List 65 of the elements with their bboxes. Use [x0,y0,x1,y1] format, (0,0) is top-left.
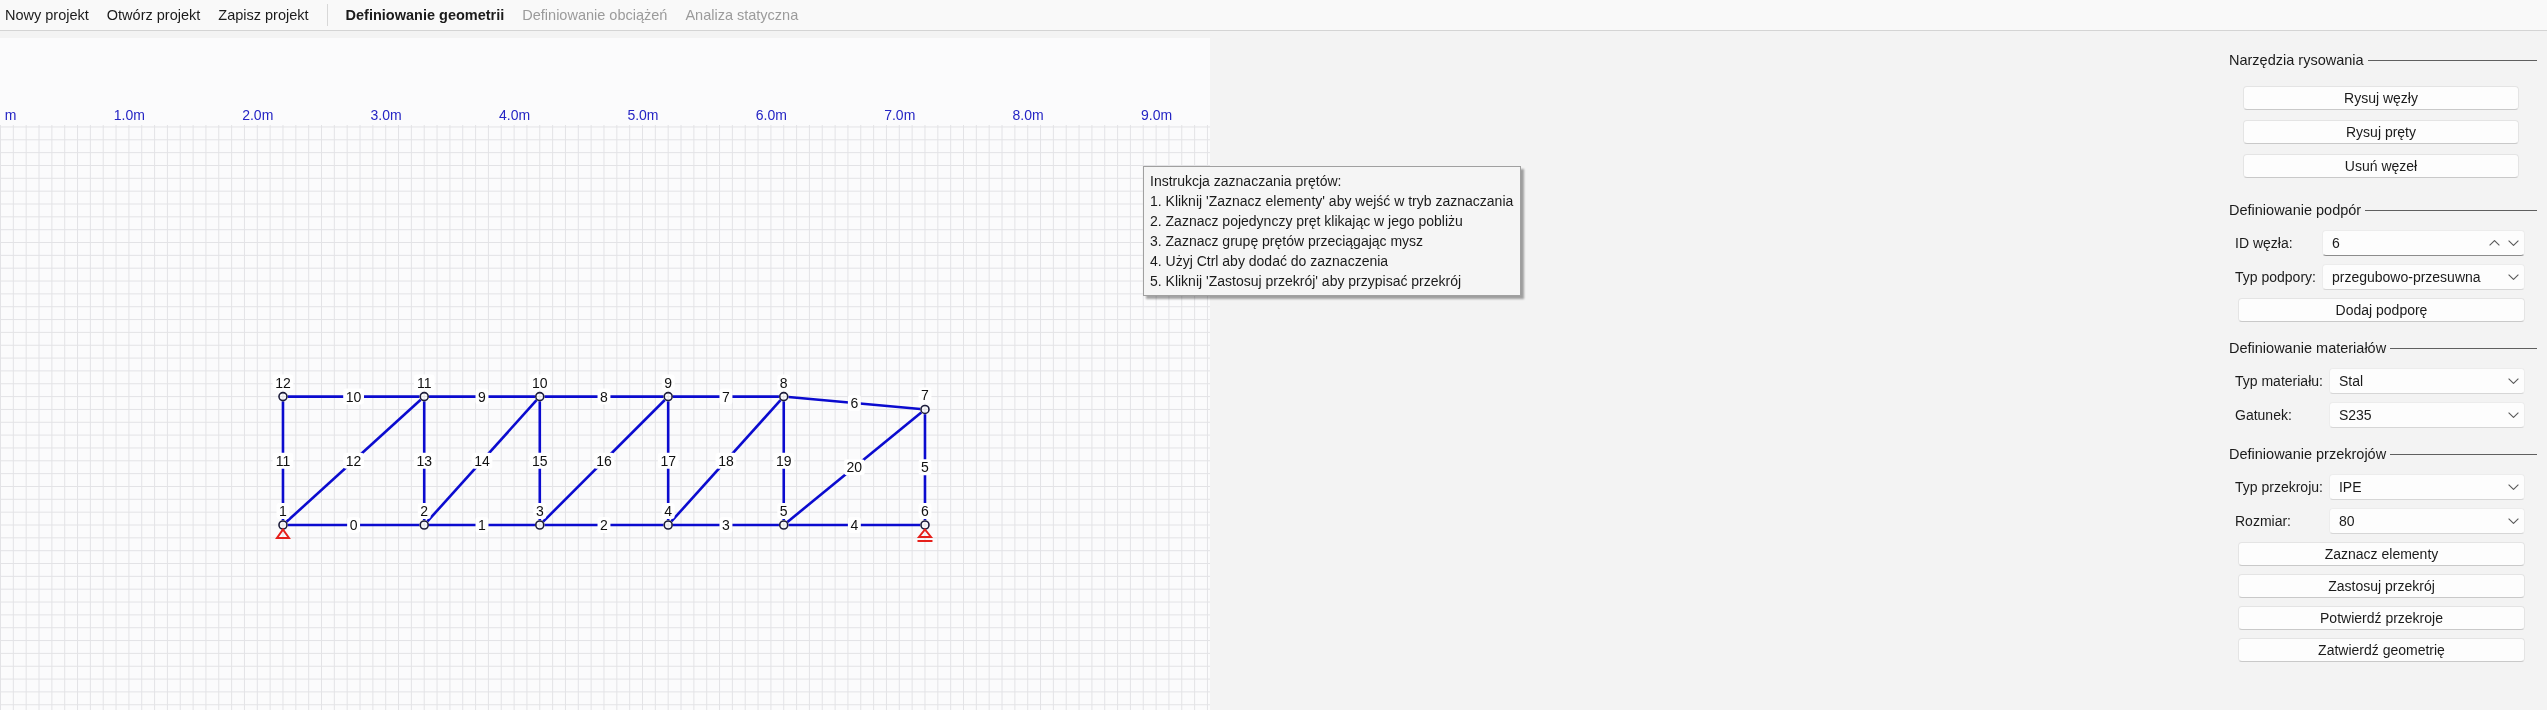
node-icon [278,520,288,530]
ruler-label: 8.0m [1012,107,1044,123]
step-tab[interactable]: Definiowanie geometrii [345,6,505,24]
menu-item[interactable]: Zapisz projekt [218,6,309,24]
dropdown[interactable]: S235 [2328,402,2525,428]
dropdown[interactable]: 80 [2328,508,2525,534]
node-icon [419,520,430,530]
chevron-down-icon [2508,518,2519,524]
chevron-down-icon [2508,484,2519,490]
node-label: 10 [529,374,551,391]
ruler-label: 5.0m [627,107,659,123]
node-icon [419,391,430,402]
ruler-label: 7.0m [884,107,916,123]
action-button[interactable]: Zatwierdź geometrię [2238,638,2525,662]
dropdown[interactable]: IPE [2328,474,2525,500]
action-button[interactable]: Zaznacz elementy [2238,542,2525,566]
ruler-label: 1.0m [113,107,145,123]
chevron-down-icon [2508,412,2519,418]
node-label: 9 [661,374,675,391]
node-icon [778,391,789,402]
node-icon [663,520,673,530]
node-label: 7 [918,387,932,404]
node-icon [920,520,930,530]
menu-item[interactable]: Otwórz projekt [106,6,201,24]
node-icon [663,391,673,402]
support-icon [275,527,291,539]
ruler-label: 6.0m [755,107,787,123]
ruler-label: 3.0m [370,107,402,123]
field-label: Typ materiału: [2234,373,2323,389]
field-label: Gatunek: [2234,407,2293,423]
node-icon [535,391,545,402]
node-label: 8 [777,374,791,391]
spin-field[interactable]: 6 [2321,230,2525,256]
support-icon [916,527,934,542]
menu-item[interactable]: Nowy projekt [5,6,89,24]
ruler-label: m [4,107,17,123]
action-button[interactable]: Usuń węzeł [2243,154,2519,178]
dropdown[interactable]: Stal [2328,368,2525,394]
node-icon [920,404,930,415]
ruler-label: 4.0m [498,107,531,123]
node-label: 11 [413,374,435,391]
section-title: Narzędzia rysowania [2229,52,2364,68]
dropdown[interactable]: przegubowo-przesuwna [2321,264,2525,290]
action-button[interactable]: Rysuj węzły [2243,86,2519,110]
ruler-label: 9.0m [1140,107,1173,123]
node-icon [778,520,789,530]
action-button[interactable]: Rysuj pręty [2243,120,2519,144]
section-title: Definiowanie materiałów [2229,340,2387,356]
node-label: 12 [272,374,294,391]
chevron-down-icon [2508,274,2519,280]
action-button[interactable]: Zastosuj przekrój [2238,574,2525,598]
section-title: Definiowanie przekrojów [2229,446,2387,462]
node-icon [535,520,545,530]
ruler-label: 2.0m [242,107,274,123]
action-button[interactable]: Dodaj podporę [2238,298,2525,322]
chevron-down-icon[interactable] [2508,240,2519,246]
field-label: ID węzła: [2234,235,2294,251]
field-label: Typ podpory: [2234,269,2316,285]
chevron-up-icon[interactable] [2489,240,2500,246]
field-label: Typ przekroju: [2234,479,2323,495]
chevron-down-icon [2508,378,2519,384]
section-title: Definiowanie podpór [2229,202,2362,218]
node-icon [278,391,288,402]
field-label: Rozmiar: [2234,513,2292,529]
action-button[interactable]: Potwierdź przekroje [2238,606,2525,630]
